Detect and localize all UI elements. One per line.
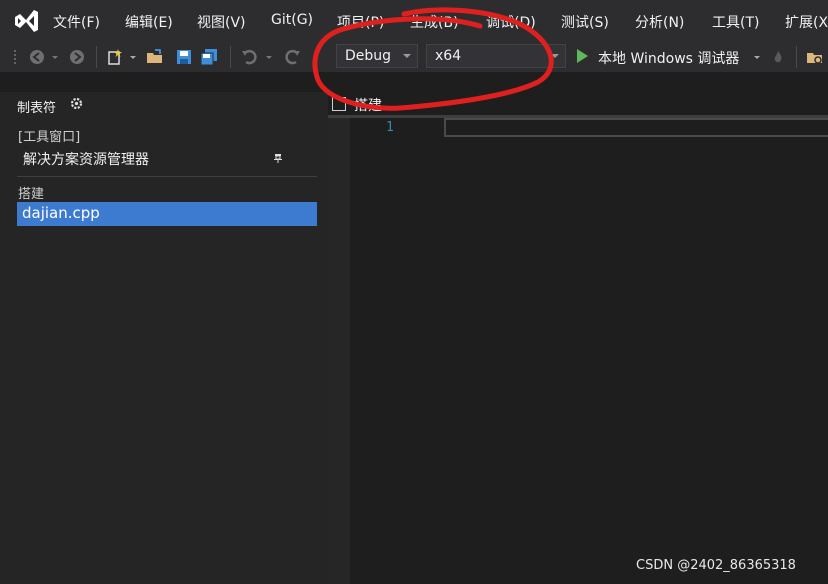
visual-studio-logo-icon[interactable] <box>12 7 40 35</box>
menu-extensions[interactable]: 扩展(X <box>785 12 828 32</box>
save-all-icon[interactable] <box>200 48 218 66</box>
code-editor[interactable]: 搭建 1 <box>328 92 828 584</box>
menu-build[interactable]: 生成(B) <box>410 12 459 32</box>
list-item-solution-explorer[interactable]: 解决方案资源管理器 <box>23 149 149 169</box>
toolbar-separator <box>230 46 231 68</box>
menu-debug[interactable]: 调试(D) <box>486 12 536 32</box>
save-icon[interactable] <box>175 48 193 66</box>
menu-tools[interactable]: 工具(T) <box>712 12 759 32</box>
current-line-highlight <box>444 118 828 137</box>
solution-platform-dropdown[interactable]: x64 <box>426 44 566 68</box>
solution-configuration-dropdown[interactable]: Debug <box>336 44 418 68</box>
menu-git[interactable]: Git(G) <box>271 12 313 28</box>
watermark: CSDN @2402_86365318 <box>636 558 796 573</box>
open-folder-icon[interactable] <box>146 48 164 66</box>
expand-icon[interactable] <box>332 97 346 111</box>
menu-analyze[interactable]: 分析(N) <box>635 12 684 32</box>
menu-test[interactable]: 测试(S) <box>561 12 609 32</box>
gear-icon[interactable] <box>70 97 83 110</box>
back-dropdown-icon[interactable] <box>50 48 60 66</box>
chevron-down-icon <box>403 54 411 58</box>
menu-file[interactable]: 文件(F) <box>53 12 100 32</box>
browse-folder-icon[interactable] <box>806 48 824 66</box>
tabs-panel: 制表符 [工具窗口] 解决方案资源管理器 搭建 dajian.cpp <box>0 92 328 584</box>
menu-project[interactable]: 项目(P) <box>337 12 384 32</box>
list-item-dajian-cpp[interactable]: dajian.cpp <box>17 202 317 226</box>
play-icon[interactable] <box>577 49 588 63</box>
navigate-back-icon[interactable] <box>28 48 46 66</box>
toolbar-grip-icon <box>14 50 16 64</box>
configuration-value: Debug <box>345 48 392 64</box>
toolbar-separator <box>96 46 97 68</box>
new-dropdown-icon[interactable] <box>128 48 138 66</box>
group-label-tool-windows: [工具窗口] <box>18 130 81 145</box>
toolbar-separator <box>796 46 797 68</box>
undo-dropdown-icon[interactable] <box>264 48 274 66</box>
undo-icon[interactable] <box>240 48 258 66</box>
panel-header: 制表符 <box>0 92 328 116</box>
navigate-forward-icon[interactable] <box>68 48 86 66</box>
toolbar: Debug x64 本地 Windows 调试器 <box>0 42 828 72</box>
platform-value: x64 <box>435 48 462 64</box>
menu-view[interactable]: 视图(V) <box>197 12 246 32</box>
panel-title: 制表符 <box>17 101 57 116</box>
redo-icon[interactable] <box>284 48 302 66</box>
line-number: 1 <box>386 120 394 135</box>
start-debugger-button[interactable]: 本地 Windows 调试器 <box>598 48 739 68</box>
new-project-icon[interactable] <box>106 48 124 66</box>
menu-edit[interactable]: 编辑(E) <box>125 12 173 32</box>
hot-reload-icon[interactable] <box>770 48 786 66</box>
editor-gutter <box>328 118 350 584</box>
pin-icon[interactable] <box>273 153 283 163</box>
list-item-label: dajian.cpp <box>22 204 100 222</box>
chevron-down-icon <box>551 54 559 58</box>
group-label-project: 搭建 <box>18 187 45 202</box>
divider <box>17 176 317 177</box>
tab-label: 搭建 <box>354 98 382 114</box>
debugger-dropdown-icon[interactable] <box>752 48 762 66</box>
menu-bar: 文件(F) 编辑(E) 视图(V) Git(G) 项目(P) 生成(B) 调试(… <box>0 0 828 42</box>
